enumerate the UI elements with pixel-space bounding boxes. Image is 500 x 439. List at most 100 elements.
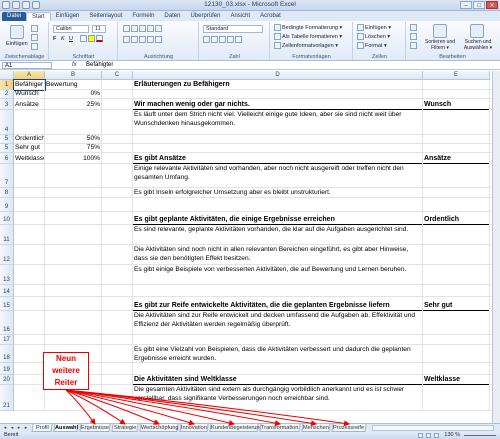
italic-button[interactable]: K xyxy=(61,36,65,42)
level-label[interactable] xyxy=(423,335,490,345)
description-cell[interactable]: Einige relevante Aktivitäten sind vorhan… xyxy=(133,164,423,188)
sheet-tab-ergebnisse[interactable]: Ergebnisse xyxy=(79,424,111,432)
cell-a[interactable] xyxy=(14,375,45,385)
delete-cells-button[interactable]: Löschen ▾ xyxy=(357,33,390,40)
font-name-select[interactable]: Calibri xyxy=(53,25,89,33)
cell-a[interactable]: Wunsch xyxy=(14,90,45,99)
minimize-button[interactable]: – xyxy=(460,1,472,9)
level-label[interactable] xyxy=(423,245,490,265)
row-header[interactable]: 1 xyxy=(0,80,14,90)
row-header[interactable]: 6 xyxy=(0,153,14,164)
cell-b[interactable] xyxy=(45,225,102,245)
cell-a[interactable] xyxy=(14,311,45,335)
cell-b[interactable] xyxy=(45,285,102,297)
conditional-formatting-button[interactable]: Bedingte Formatierung ▾ xyxy=(274,24,342,31)
cell-b[interactable] xyxy=(45,245,102,265)
cell-b[interactable]: 75% xyxy=(45,144,102,153)
fill-color-icon[interactable] xyxy=(88,35,95,42)
description-cell[interactable] xyxy=(133,335,423,345)
underline-button[interactable]: U xyxy=(69,36,73,42)
description-cell[interactable]: Die gesamten Aktivitäten sind extern als… xyxy=(133,385,423,411)
cell-b[interactable]: Bewertung xyxy=(45,80,102,90)
indent-icon[interactable] xyxy=(147,36,154,43)
level-label[interactable] xyxy=(423,135,490,144)
row-header[interactable]: 3 xyxy=(0,99,14,110)
description-cell[interactable] xyxy=(133,198,423,212)
format-cells-button[interactable]: Format ▾ xyxy=(357,42,387,49)
cell-a[interactable] xyxy=(14,335,45,345)
find-select-button[interactable]: Suchen und Auswählen ▾ xyxy=(460,39,496,51)
level-label[interactable] xyxy=(423,198,490,212)
column-header-e[interactable]: E xyxy=(423,71,490,80)
increase-decimal-icon[interactable] xyxy=(227,36,234,43)
row-header[interactable]: 12 xyxy=(0,245,14,265)
row-header[interactable]: 21 xyxy=(0,385,14,411)
align-bottom-icon[interactable] xyxy=(139,25,146,32)
cut-icon[interactable] xyxy=(31,25,38,32)
level-label[interactable] xyxy=(423,285,490,297)
tab-data[interactable]: Daten xyxy=(159,12,185,21)
cell-a[interactable] xyxy=(14,265,45,285)
cell-a[interactable] xyxy=(14,188,45,198)
description-cell[interactable] xyxy=(133,363,423,375)
sheet-tab-auswahl[interactable]: Auswahl xyxy=(53,424,79,432)
cell-b[interactable] xyxy=(45,164,102,188)
sort-filter-button[interactable]: Sortieren und Filtern ▾ xyxy=(424,39,456,51)
cell-a[interactable] xyxy=(14,345,45,363)
description-cell[interactable] xyxy=(133,144,423,153)
sheet-tab-innovation[interactable]: Innovation xyxy=(179,424,209,432)
cell-b[interactable]: 0% xyxy=(45,90,102,99)
tab-review[interactable]: Überprüfen xyxy=(185,12,225,21)
cell-a[interactable] xyxy=(14,225,45,245)
sheet-tab-wertschöpfung[interactable]: Wertschöpfung xyxy=(139,424,179,432)
section-heading[interactable]: Erläuterungen zu Befähigern xyxy=(133,80,423,90)
prev-sheet-icon[interactable]: ◂ xyxy=(9,425,15,432)
normal-view-icon[interactable] xyxy=(418,433,423,438)
font-size-select[interactable]: 11 xyxy=(92,25,106,33)
description-cell[interactable]: Die Aktivitäten sind noch nicht in allen… xyxy=(133,245,423,265)
thousands-icon[interactable] xyxy=(219,36,226,43)
clear-icon[interactable] xyxy=(410,42,417,49)
name-box[interactable]: A1 xyxy=(2,62,52,69)
row-header[interactable]: 5 xyxy=(0,135,14,144)
cell-a[interactable] xyxy=(14,110,45,135)
cell-a[interactable] xyxy=(14,385,45,411)
cell-b[interactable]: 50% xyxy=(45,135,102,144)
level-label[interactable] xyxy=(423,311,490,335)
row-header[interactable]: 19 xyxy=(0,363,14,375)
level-label[interactable] xyxy=(423,188,490,198)
sheet-tab-strategie[interactable]: Strategie xyxy=(111,424,139,432)
cell-b[interactable] xyxy=(45,188,102,198)
column-header-c[interactable]: C xyxy=(102,71,133,80)
tab-view[interactable]: Ansicht xyxy=(225,12,255,21)
percent-icon[interactable] xyxy=(211,36,218,43)
font-color-icon[interactable] xyxy=(96,35,103,42)
tab-formulas[interactable]: Formeln xyxy=(127,12,159,21)
level-label[interactable] xyxy=(423,90,490,99)
level-label[interactable] xyxy=(423,385,490,411)
sheet-tab-prozessreife[interactable]: Prozessreife xyxy=(331,424,367,432)
row-header[interactable]: 11 xyxy=(0,225,14,245)
level-label[interactable] xyxy=(423,265,490,285)
row-header[interactable]: 17 xyxy=(0,335,14,345)
description-cell[interactable] xyxy=(133,135,423,144)
paste-icon[interactable] xyxy=(10,25,24,39)
section-heading[interactable]: Es gibt zur Reife entwickelte Aktivitäte… xyxy=(133,297,423,311)
wrap-text-icon[interactable] xyxy=(155,25,162,32)
cell-a[interactable] xyxy=(14,212,45,225)
row-header[interactable]: 13 xyxy=(0,265,14,285)
decrease-decimal-icon[interactable] xyxy=(235,36,242,43)
sheet-tab-profil[interactable]: Profil xyxy=(31,424,53,432)
fx-icon[interactable]: fx xyxy=(72,61,77,70)
cell-a[interactable] xyxy=(14,285,45,297)
level-label[interactable] xyxy=(423,80,490,90)
next-sheet-icon[interactable]: ▸ xyxy=(16,425,22,432)
row-header[interactable]: 10 xyxy=(0,212,14,225)
cell-a[interactable] xyxy=(14,198,45,212)
row-header[interactable]: 14 xyxy=(0,285,14,297)
level-label[interactable] xyxy=(423,164,490,188)
zoom-level[interactable]: 130 % xyxy=(444,432,460,439)
cell-b[interactable] xyxy=(45,311,102,335)
cell-a[interactable] xyxy=(14,297,45,311)
level-label[interactable] xyxy=(423,363,490,375)
